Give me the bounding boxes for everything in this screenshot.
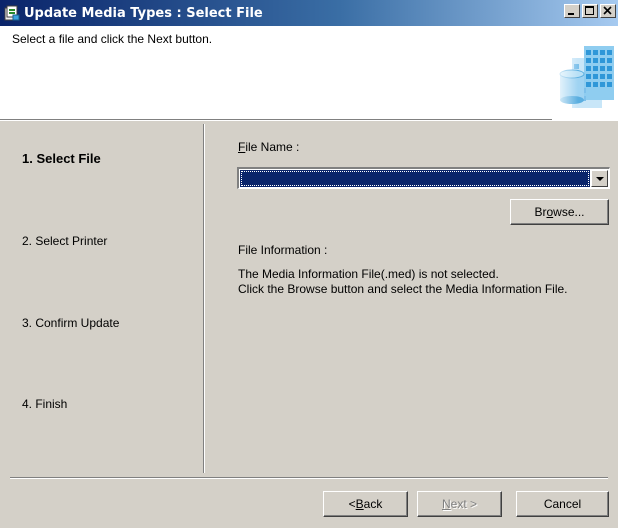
file-info-line-1: The Media Information File(.med) is not … [238,267,499,281]
footer-divider-highlight [10,478,608,479]
next-button[interactable]: Next > [417,491,502,517]
file-info-line-2: Click the Browse button and select the M… [238,282,568,296]
chevron-down-icon [596,177,604,181]
close-button[interactable] [600,4,616,18]
file-name-input[interactable] [240,170,590,187]
header-instruction: Select a file and click the Next button. [12,32,213,46]
title-bar[interactable]: Update Media Types : Select File [0,0,618,26]
maximize-button[interactable] [582,4,598,18]
back-label-a: < [348,497,356,511]
back-button[interactable]: < Back [323,491,408,517]
step-finish: 4. Finish [22,397,68,411]
file-info-label: File Information : [238,243,328,257]
wizard-database-icon [552,40,618,120]
browse-button[interactable]: Br o wse... [510,199,609,225]
steps-panel: 1. Select File 2. Select Printer 3. Conf… [0,121,203,474]
wizard-window: Update Media Types : Select File Select … [0,0,618,528]
browse-label-b: wse... [553,205,585,219]
step-select-file: 1. Select File [22,151,101,166]
file-name-label: File Name : [238,140,299,154]
wizard-header: Select a file and click the Next button. [0,26,618,120]
maximize-icon [585,6,594,15]
window-title: Update Media Types : Select File [24,5,263,21]
minimize-icon [568,13,574,15]
file-name-dropdown-button[interactable] [591,170,608,187]
cancel-button[interactable]: Cancel [516,491,609,517]
file-name-combobox[interactable] [237,167,610,189]
title-buttons [562,4,616,18]
back-mnemonic: B [355,497,364,511]
browse-label-a: Br [534,205,547,219]
next-mnemonic: N [441,497,451,511]
app-icon [4,5,20,21]
next-label: ext > [450,497,478,511]
close-icon [603,6,612,15]
file-name-label-text: ile Name : [245,140,300,154]
steps-divider-highlight [204,124,205,473]
step-confirm-update: 3. Confirm Update [22,316,120,330]
minimize-button[interactable] [564,4,580,18]
back-label-b: ack [363,497,383,511]
step-select-printer: 2. Select Printer [22,234,108,248]
